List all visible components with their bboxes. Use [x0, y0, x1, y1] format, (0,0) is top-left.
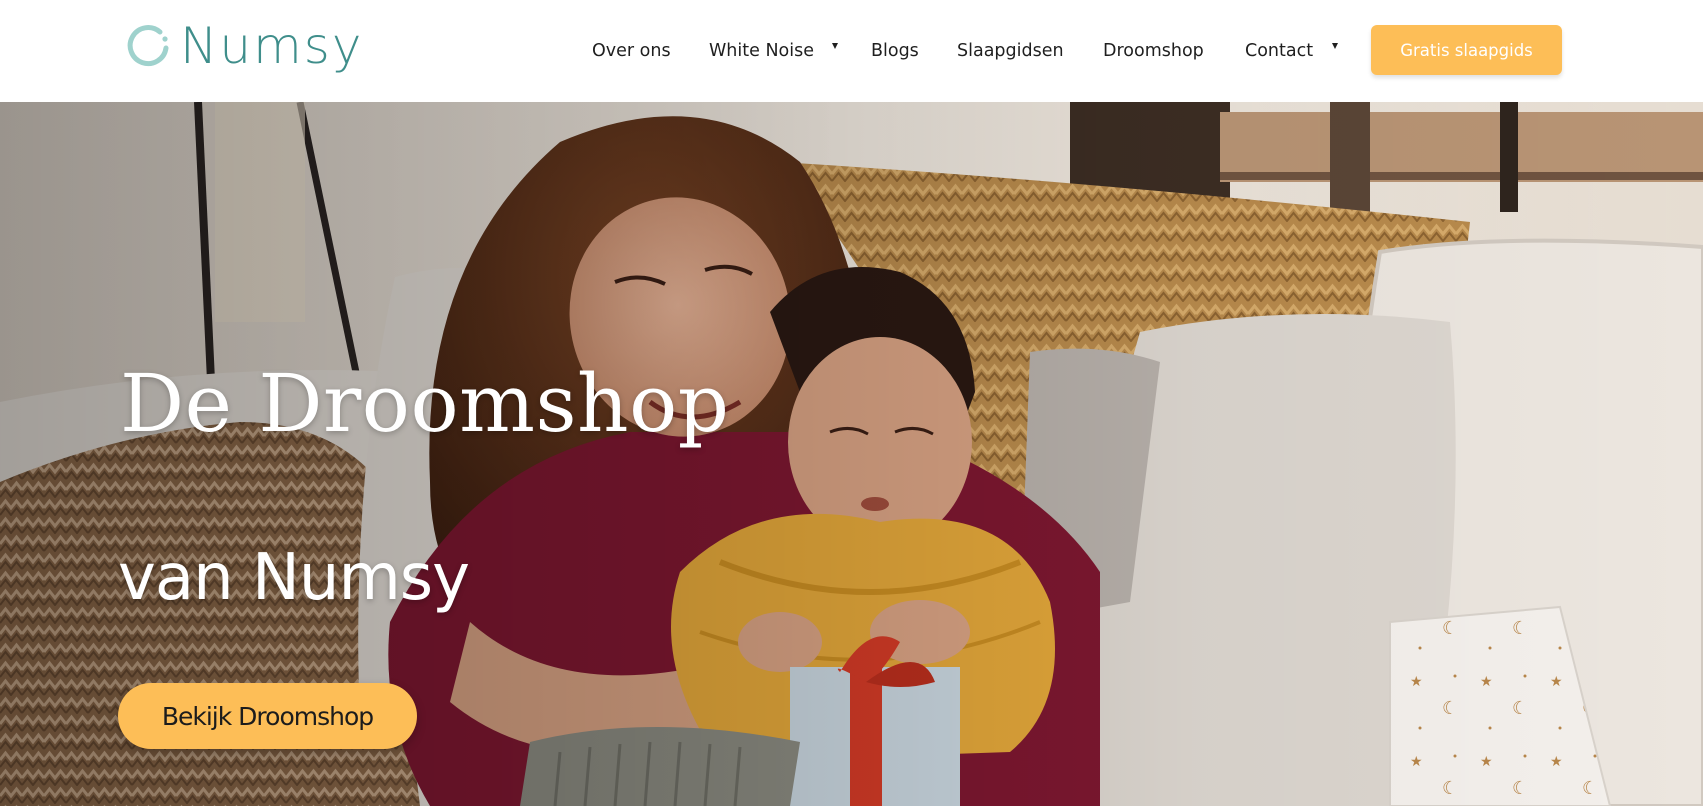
nav-item-droomshop[interactable]: Droomshop	[1103, 38, 1204, 64]
nav-item-over-ons[interactable]: Over ons	[592, 38, 671, 64]
nav-item-blogs[interactable]: Blogs	[871, 38, 919, 64]
nav-item-white-noise[interactable]: White Noise	[709, 38, 814, 64]
caret-down-icon[interactable]	[1332, 43, 1338, 49]
view-droomshop-button[interactable]: Bekijk Droomshop	[118, 683, 417, 749]
caret-down-icon[interactable]	[832, 43, 838, 49]
nav-item-contact[interactable]: Contact	[1245, 38, 1313, 64]
hero-section: ★ ☾	[0, 102, 1703, 806]
free-sleep-guide-button[interactable]: Gratis slaapgids	[1371, 25, 1562, 75]
hero-title: De Droomshop	[120, 357, 730, 450]
hero-subtitle: van Numsy	[118, 541, 470, 615]
site-header: Numsy Over ons White Noise Blogs Slaapgi…	[0, 0, 1703, 102]
nav-item-slaapgidsen[interactable]: Slaapgidsen	[957, 38, 1064, 64]
